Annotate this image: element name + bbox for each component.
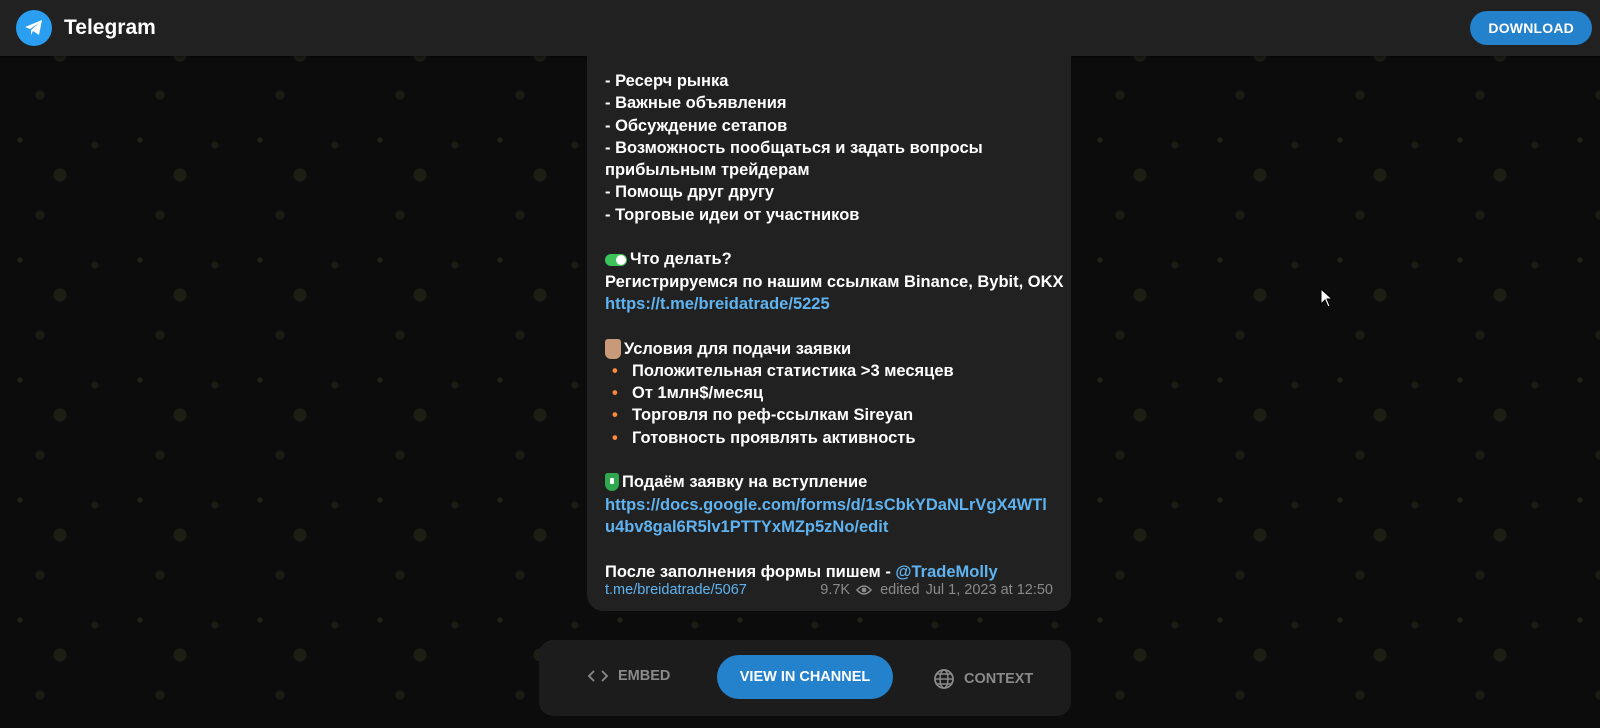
embed-button[interactable]: EMBED xyxy=(587,668,670,684)
toggle-icon xyxy=(605,253,627,266)
mouse-cursor-icon xyxy=(1320,288,1334,308)
views-count: 9.7K xyxy=(820,581,851,598)
register-link[interactable]: https://t.me/breidatrade/5225 xyxy=(605,293,830,315)
condition-item: Положительная статистика >3 месяцев xyxy=(632,361,954,380)
form-link[interactable]: https://docs.google.com/forms/d/1sCbkYDa… xyxy=(605,494,1047,516)
message-meta: 9.7K edited Jul 1, 2023 at 12:50 xyxy=(820,579,1053,601)
condition-item: От 1млн$/месяц xyxy=(632,384,764,403)
message-bubble: - Ресерч рынка - Важные объявления - Обс… xyxy=(587,56,1071,611)
message-date: Jul 1, 2023 at 12:50 xyxy=(925,581,1053,598)
app-title[interactable]: Telegram xyxy=(64,16,156,40)
form-link-continued[interactable]: u4bv8gal6R5lv1PTTYxMZp5zNo/edit xyxy=(605,516,888,538)
bullet-icon: • xyxy=(612,428,618,447)
message-text: - Ресерч рынка - Важные объявления - Обс… xyxy=(605,58,1065,583)
context-label: CONTEXT xyxy=(964,671,1034,687)
message-line: - Возможность пообщаться и задать вопрос… xyxy=(605,138,983,157)
action-bar: EMBED VIEW IN CHANNEL CONTEXT xyxy=(539,640,1071,716)
bullet-icon: • xyxy=(612,384,618,403)
register-text: Регистрируемся по нашим ссылкам Binance,… xyxy=(605,272,1064,291)
globe-icon xyxy=(934,669,954,689)
view-in-channel-button[interactable]: VIEW IN CHANNEL xyxy=(717,655,893,699)
apply-heading: Подаём заявку на вступление xyxy=(622,473,868,492)
code-icon xyxy=(587,670,609,682)
top-bar: Telegram DOWNLOAD xyxy=(0,0,1600,56)
conditions-heading: Условия для подачи заявки xyxy=(624,339,852,358)
context-button[interactable]: CONTEXT xyxy=(933,668,1033,690)
source-link[interactable]: t.me/breidatrade/5067 xyxy=(605,579,747,601)
condition-item: Готовность проявлять активность xyxy=(632,428,916,447)
edited-label: edited xyxy=(880,581,920,598)
bullet-icon: • xyxy=(612,406,618,425)
telegram-logo-icon[interactable] xyxy=(16,10,52,46)
eye-icon xyxy=(856,585,873,595)
message-line: - Обсуждение сетапов xyxy=(605,116,788,135)
bullet-icon: • xyxy=(612,361,618,380)
download-button[interactable]: DOWNLOAD xyxy=(1470,11,1592,45)
message-line: - Ресерч рынка xyxy=(605,72,729,90)
cup-icon xyxy=(605,338,621,359)
shield-icon xyxy=(605,473,619,492)
condition-item: Торговля по реф-ссылкам Sireyan xyxy=(632,406,914,425)
message-line: - Помощь друг другу xyxy=(605,183,775,202)
embed-label: EMBED xyxy=(618,668,671,684)
message-footer: t.me/breidatrade/5067 9.7K edited Jul 1,… xyxy=(605,579,1053,601)
message-line: - Важные объявления xyxy=(605,94,787,113)
message-line: прибыльным трейдерам xyxy=(605,161,810,180)
what-todo-heading: Что делать? xyxy=(630,250,732,269)
message-line: - Торговые идеи от участников xyxy=(605,205,860,224)
